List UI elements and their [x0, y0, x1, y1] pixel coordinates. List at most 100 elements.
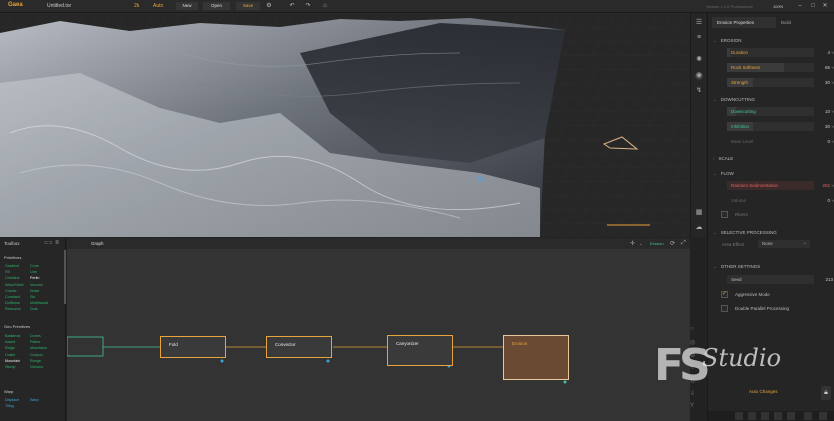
section-primitives[interactable]: Primitives — [4, 255, 21, 260]
settings-icon[interactable]: ⚙ — [266, 3, 272, 9]
3d-viewport[interactable] — [0, 13, 690, 237]
tab-erosion-properties[interactable]: Erosion Properties — [712, 17, 776, 28]
toolbox-item[interactable]: Slump — [5, 365, 15, 369]
app-brand[interactable]: Gaea — [8, 2, 23, 8]
bookmark-icon[interactable]: ⌂ — [322, 3, 328, 9]
circle-tool-icon[interactable]: ○ — [690, 326, 694, 332]
rotate-icon[interactable]: ↻ — [690, 378, 695, 385]
toolbox-item[interactable]: Dunes — [30, 334, 41, 338]
downcutting-slider[interactable]: Downcutting 10% — [727, 107, 834, 116]
minus-icon[interactable]: ⊖ — [690, 352, 695, 359]
volume-slider[interactable]: Volume 0% — [727, 196, 834, 205]
section-flow[interactable]: ⌄ FLOW — [713, 171, 734, 177]
down-arrow-icon[interactable]: ⇩ — [690, 390, 695, 397]
node-convector[interactable]: Convector — [266, 336, 332, 358]
section-geo-primitives[interactable]: Geo Primitives — [4, 324, 30, 329]
toolbox-item[interactable]: Crater — [5, 353, 15, 357]
node-fold[interactable]: Fold — [160, 336, 226, 358]
toolbox-item[interactable]: Voronoi — [30, 283, 43, 287]
panel-bottom-strip — [708, 411, 834, 421]
bottom-button-6[interactable] — [804, 412, 812, 420]
bottom-button-5[interactable] — [787, 412, 795, 420]
toolbox-item[interactable]: Tiling — [5, 404, 14, 408]
toolbox-item[interactable]: Warp — [30, 398, 39, 402]
duration-slider[interactable]: Duration 4% — [727, 48, 834, 57]
menu-icon[interactable]: ☰ — [695, 19, 703, 27]
target-icon[interactable]: ◎ — [690, 339, 695, 346]
toolbox-item[interactable]: Perlin — [30, 276, 39, 280]
lightning-icon[interactable]: ϟ — [690, 365, 693, 371]
bottom-button-2[interactable] — [748, 412, 756, 420]
toolbox-item[interactable]: Multifractal — [30, 301, 48, 305]
maximize-icon[interactable]: □ — [810, 3, 816, 9]
toolbox-item[interactable]: Sin — [30, 295, 35, 299]
node-graph[interactable]: Graph ✛ ⌄ Erosion ⟳ ⤢ Fold Convector Can… — [67, 238, 690, 421]
section-erosion[interactable]: ⌄ EROSION — [713, 38, 742, 44]
section-downcutting[interactable]: ⌄ DOWNCUTTING — [713, 97, 755, 103]
section-other-settings[interactable]: ⌄ OTHER SETTINGS — [713, 264, 760, 270]
tab-build[interactable]: Build — [776, 17, 830, 28]
toolbox-item[interactable]: Plates — [30, 340, 40, 344]
toolbox-item[interactable]: Line — [30, 270, 37, 274]
toolbox-item[interactable]: Noise — [30, 289, 39, 293]
section-scale[interactable]: › SCALE — [713, 156, 733, 161]
bottom-button-1[interactable] — [735, 412, 743, 420]
toolbox-item[interactable]: Gradient — [5, 264, 19, 268]
new-button[interactable]: New — [176, 2, 198, 10]
rock-softness-slider[interactable]: Rock Softness 65% — [727, 63, 834, 72]
bottom-button-4[interactable] — [774, 412, 782, 420]
toolbox-item[interactable]: Volcano — [30, 365, 43, 369]
toolbox-item[interactable]: Resource — [5, 307, 21, 311]
open-button[interactable]: Open — [203, 2, 230, 10]
toolbox-item[interactable]: Cone — [30, 264, 39, 268]
node-canyonizer[interactable]: Canyonizer — [387, 335, 453, 366]
axis-icon[interactable]: ↯ — [695, 87, 703, 95]
zoom-level[interactable]: 100% — [773, 4, 783, 9]
section-selective-processing[interactable]: ⌄ SELECTIVE PROCESSING — [713, 230, 777, 236]
toolbox-item[interactable]: Fill — [5, 270, 10, 274]
area-effect-dropdown[interactable]: None ⌄ — [758, 240, 810, 248]
toolbox-item[interactable]: Canyon — [30, 353, 43, 357]
toolbox-item[interactable]: Island — [5, 340, 15, 344]
toolbox-item[interactable]: Cracks — [5, 289, 16, 293]
toolbox-item[interactable]: Mountains — [30, 346, 47, 350]
toolbox-item[interactable]: Crestline — [5, 276, 20, 280]
inhibition-slider[interactable]: Inhibition 30% — [727, 122, 834, 131]
camera-icon[interactable]: ◉ — [695, 72, 703, 80]
undo-icon[interactable]: ↶ — [289, 3, 295, 9]
toolbox-item[interactable]: Mountain — [5, 359, 20, 363]
toolbox-item[interactable]: Ridge — [5, 346, 15, 350]
toolbox-item[interactable]: WaveShine — [5, 283, 24, 287]
toolbox-item[interactable]: Displace — [5, 398, 19, 402]
close-icon[interactable]: ✕ — [822, 3, 828, 9]
minimize-icon[interactable]: – — [797, 3, 803, 9]
toolbox-item[interactable]: DotNoise — [5, 301, 20, 305]
cloud-icon[interactable]: ☁ — [695, 224, 703, 232]
fork-icon[interactable]: Y — [690, 403, 694, 409]
random-sedimentation-slider[interactable]: Random Sedimentation 252% — [727, 181, 834, 190]
lock-icon[interactable]: 🔒︎ — [821, 386, 831, 400]
strength-slider[interactable]: Strength 30% — [727, 78, 834, 87]
list-view-icon[interactable]: ≣ — [55, 240, 59, 246]
sun-icon[interactable]: ✺ — [695, 56, 703, 64]
aggressive-mode-checkbox[interactable] — [721, 290, 728, 298]
layers-icon[interactable]: ≡ — [695, 34, 703, 42]
bottom-button-7[interactable] — [819, 412, 827, 420]
section-warp[interactable]: Warp — [4, 389, 13, 394]
redo-icon[interactable]: ↷ — [305, 3, 311, 9]
toolbox-item[interactable]: Badlands — [5, 334, 20, 338]
grid-icon[interactable]: ▦ — [695, 209, 703, 217]
toolbox-item[interactable]: Constant — [5, 295, 20, 299]
toolbox-item[interactable]: Dots — [30, 307, 38, 311]
seed-field[interactable]: Seed 213 — [727, 275, 834, 284]
bottom-button-3[interactable] — [761, 412, 769, 420]
save-button[interactable]: Save — [236, 2, 260, 10]
build-mode-dropdown[interactable]: Auto — [153, 3, 163, 9]
resolution-dropdown[interactable]: 2k — [134, 3, 139, 9]
toggle-icon[interactable]: ⊂⊃ — [44, 240, 52, 246]
node-erosion[interactable]: Erosion — [503, 335, 569, 380]
rivers-checkbox[interactable] — [721, 211, 728, 218]
base-level-slider[interactable]: Base Level 0% — [727, 137, 834, 146]
double-parallel-checkbox[interactable] — [721, 305, 728, 312]
toolbox-item[interactable]: Range — [30, 359, 41, 363]
